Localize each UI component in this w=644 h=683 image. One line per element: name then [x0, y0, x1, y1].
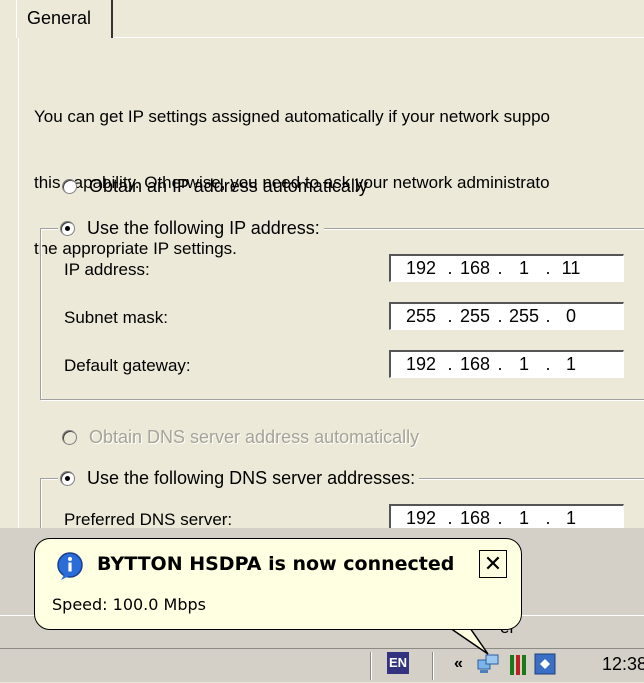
obtain-ip-auto-label: Obtain an IP address automatically [89, 175, 368, 196]
ip-octet: 255 [405, 306, 437, 326]
app-icon[interactable] [534, 653, 556, 680]
obtain-dns-auto-radio: Obtain DNS server address automatically [62, 425, 419, 449]
radio-button-checked-icon [60, 220, 75, 236]
use-following-dns-label: Use the following DNS server addresses: [87, 467, 416, 488]
use-following-ip-label: Use the following IP address: [87, 217, 320, 238]
language-indicator[interactable]: EN [387, 652, 409, 674]
balloon-tail [448, 626, 489, 655]
subnet-mask-label: Subnet mask: [64, 308, 168, 327]
tcpip-properties-dialog: General You can get IP settings assigned… [0, 0, 644, 560]
ip-octet: 255 [508, 306, 540, 326]
default-gateway-input[interactable]: 192. 168. 1. 1 [389, 350, 624, 378]
ip-octet: 168 [459, 354, 491, 374]
tab-general[interactable]: General [16, 0, 113, 38]
ip-octet: 1 [518, 354, 529, 374]
ip-address-label: IP address: [64, 260, 150, 279]
ip-octet: 192 [405, 258, 437, 278]
default-gateway-label: Default gateway: [64, 356, 191, 375]
obtain-dns-auto-label: Obtain DNS server address automatically [89, 426, 420, 447]
tray-separator [432, 652, 434, 680]
radio-button-icon [62, 178, 77, 194]
obtain-ip-auto-radio[interactable]: Obtain an IP address automatically [62, 174, 368, 198]
use-following-dns-radio[interactable]: Use the following DNS server addresses: [58, 466, 420, 490]
ip-octet: 168 [459, 508, 491, 528]
ip-address-input[interactable]: 192. 168. 1. 11 [389, 254, 624, 282]
subnet-mask-input[interactable]: 255. 255. 255. 0 [389, 302, 624, 330]
radio-button-disabled-icon [62, 429, 77, 445]
use-following-ip-radio[interactable]: Use the following IP address: [58, 216, 324, 240]
balloon-title: BYTTON HSDPA is now connected [97, 553, 455, 575]
ip-octet: 168 [459, 258, 491, 278]
clock[interactable]: 12:38 [602, 654, 644, 675]
volume-meter-icon[interactable] [508, 653, 530, 682]
intro-line: You can get IP settings assigned automat… [34, 107, 550, 126]
balloon-body: Speed: 100.0 Mbps [52, 595, 206, 614]
radio-button-checked-icon [60, 470, 75, 486]
ip-octet: 192 [405, 508, 437, 528]
taskbar-divider [0, 648, 644, 649]
close-icon[interactable]: ✕ [479, 550, 507, 578]
notification-balloon[interactable]: BYTTON HSDPA is now connected ✕ Speed: 1… [34, 538, 522, 630]
ip-octet: 192 [405, 354, 437, 374]
ip-octet: 1 [518, 508, 529, 528]
taskbar-separator [370, 652, 372, 680]
ip-octet: 1 [518, 258, 529, 278]
ip-octet: 255 [459, 306, 491, 326]
tab-general-label: General [27, 8, 92, 28]
ip-octet: 1 [565, 354, 576, 374]
preferred-dns-label: Preferred DNS server: [64, 510, 233, 529]
ip-octet: 0 [565, 306, 576, 326]
ip-octet: 11 [561, 258, 581, 278]
ip-octet: 1 [565, 508, 576, 528]
info-icon [57, 552, 83, 580]
